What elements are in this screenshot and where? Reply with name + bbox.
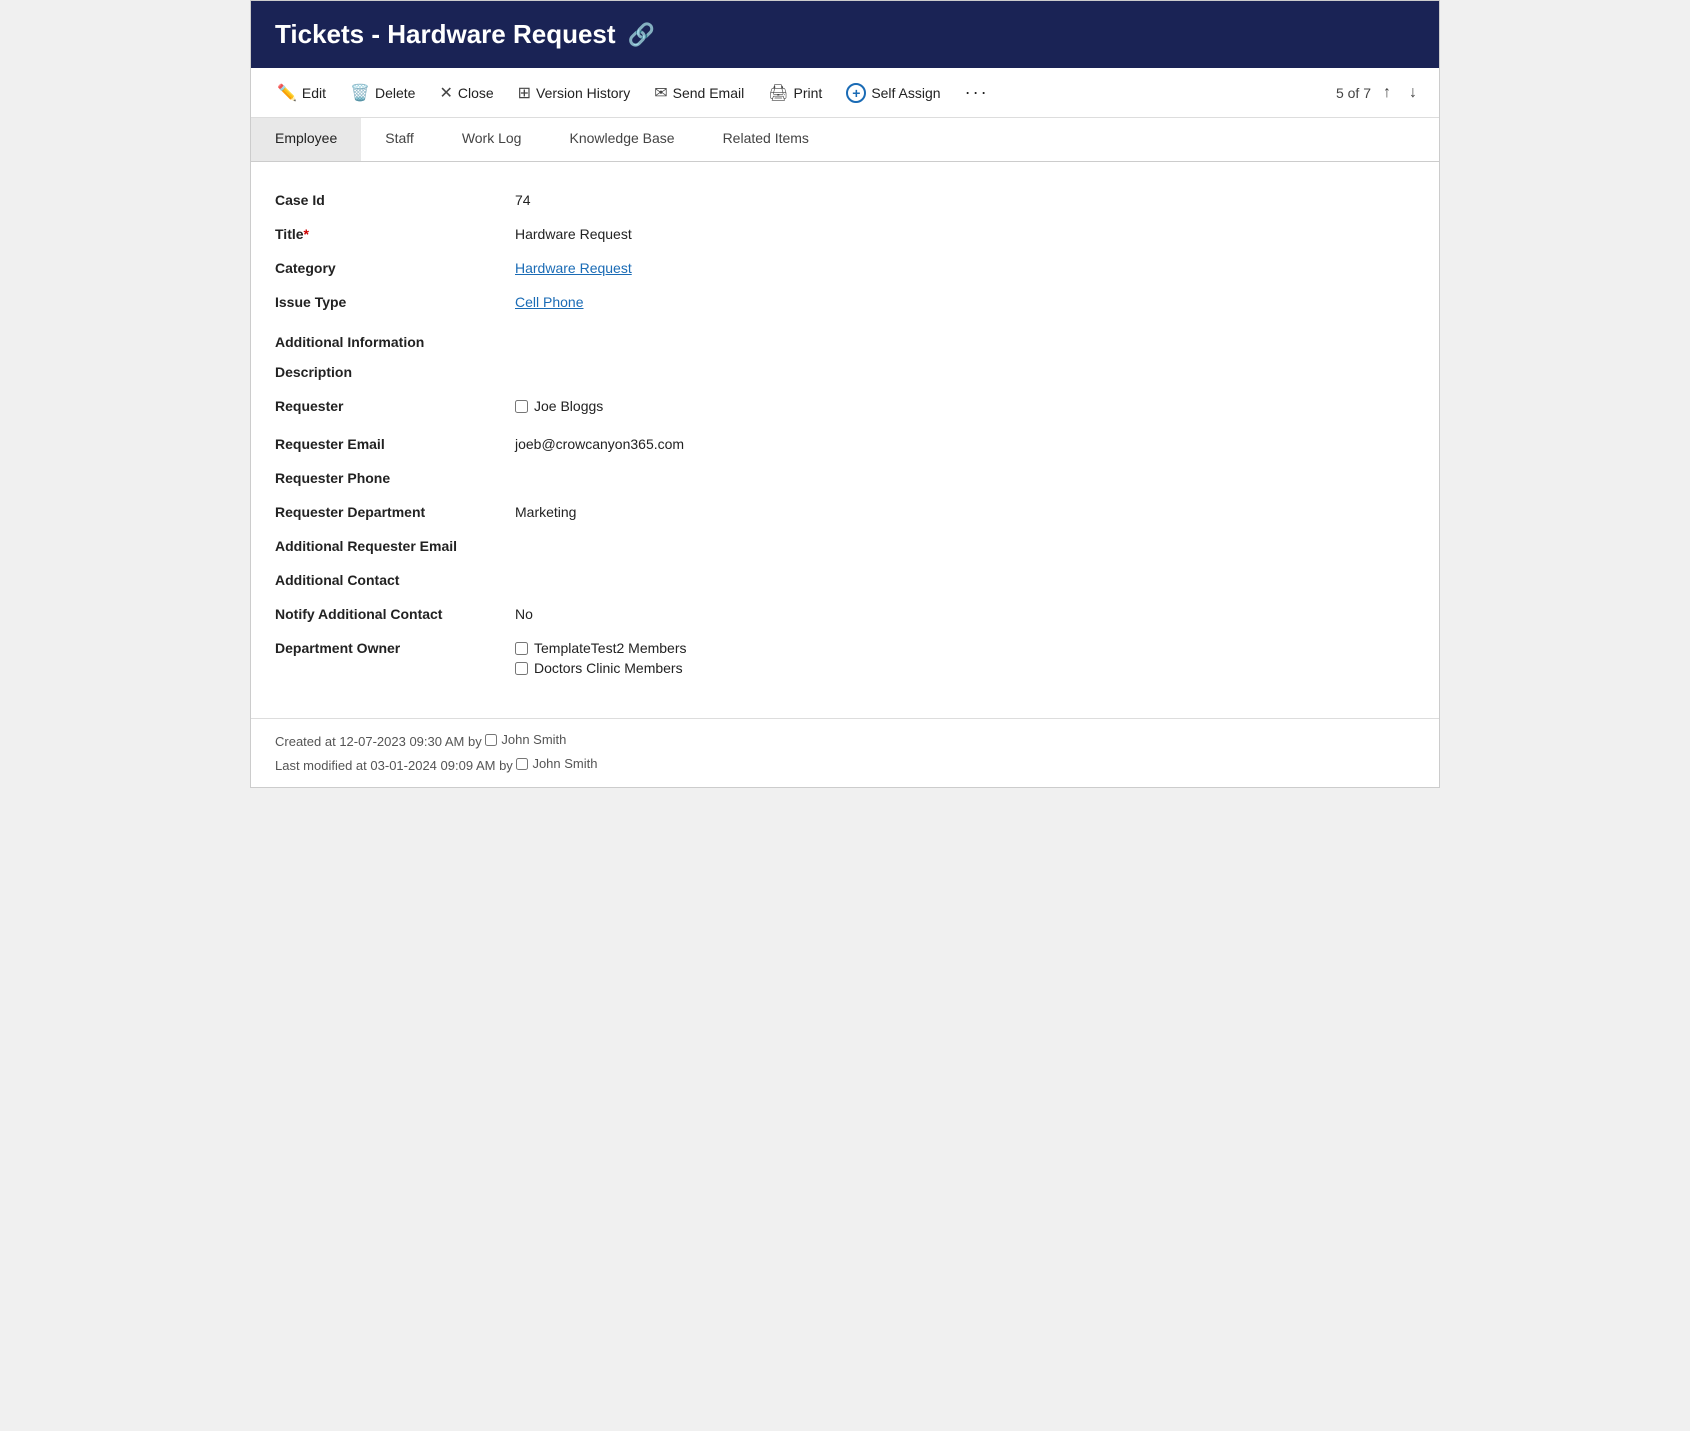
issue-type-value: Cell Phone	[515, 292, 1415, 310]
created-by-checkbox: John Smith	[485, 729, 566, 751]
tab-staff[interactable]: Staff	[361, 118, 438, 161]
close-icon: ✕	[439, 83, 452, 103]
tab-work-log[interactable]: Work Log	[438, 118, 546, 161]
delete-button[interactable]: 🗑️ Delete	[340, 77, 425, 109]
requester-email-row: Requester Email joeb@crowcanyon365.com	[275, 426, 1415, 460]
additional-requester-email-label: Additional Requester Email	[275, 536, 515, 554]
tab-employee[interactable]: Employee	[251, 118, 361, 161]
category-link[interactable]: Hardware Request	[515, 260, 632, 276]
self-assign-icon: +	[846, 83, 866, 103]
requester-email-value: joeb@crowcanyon365.com	[515, 434, 1415, 452]
version-history-icon: ⊞	[518, 83, 531, 103]
case-id-label: Case Id	[275, 190, 515, 208]
nav-up-button[interactable]: ↑	[1377, 80, 1397, 106]
page-header: Tickets - Hardware Request 🔗	[251, 1, 1439, 68]
issue-type-link[interactable]: Cell Phone	[515, 294, 584, 310]
department-owner-item-2: Doctors Clinic Members	[515, 660, 1415, 676]
modified-by-checkbox: John Smith	[516, 753, 597, 775]
additional-requester-email-value	[515, 536, 1415, 538]
issue-type-row: Issue Type Cell Phone	[275, 284, 1415, 318]
tab-knowledge-base[interactable]: Knowledge Base	[545, 118, 698, 161]
additional-contact-label: Additional Contact	[275, 570, 515, 588]
department-owner-row: Department Owner TemplateTest2 Members D…	[275, 630, 1415, 688]
description-value	[515, 362, 1415, 364]
notify-additional-contact-row: Notify Additional Contact No	[275, 596, 1415, 630]
additional-contact-value	[515, 570, 1415, 572]
delete-icon: 🗑️	[350, 83, 370, 103]
department-owner-checkbox-1[interactable]	[515, 642, 528, 655]
title-row: Title* Hardware Request	[275, 216, 1415, 250]
created-by-checkbox-input[interactable]	[485, 734, 497, 746]
version-history-button[interactable]: ⊞ Version History	[508, 77, 641, 109]
department-owner-item-1: TemplateTest2 Members	[515, 640, 1415, 656]
send-email-button[interactable]: ✉ Send Email	[644, 77, 754, 109]
print-button[interactable]: 🖨 Print	[758, 77, 832, 109]
case-id-value: 74	[515, 190, 1415, 208]
self-assign-button[interactable]: + Self Assign	[836, 77, 950, 109]
title-value: Hardware Request	[515, 224, 1415, 242]
pagination: 5 of 7 ↑ ↓	[1336, 80, 1423, 106]
description-row: Description	[275, 354, 1415, 388]
issue-type-label: Issue Type	[275, 292, 515, 310]
modified-by-checkbox-input[interactable]	[516, 758, 528, 770]
modified-info: Last modified at 03-01-2024 09:09 AM by …	[275, 753, 1415, 777]
notify-additional-contact-label: Notify Additional Contact	[275, 604, 515, 622]
tabs-container: Employee Staff Work Log Knowledge Base R…	[251, 118, 1439, 162]
requester-phone-label: Requester Phone	[275, 468, 515, 486]
print-icon: 🖨	[768, 83, 788, 103]
requester-label: Requester	[275, 396, 515, 414]
department-owner-value: TemplateTest2 Members Doctors Clinic Mem…	[515, 638, 1415, 680]
category-row: Category Hardware Request	[275, 250, 1415, 284]
category-label: Category	[275, 258, 515, 276]
requester-checkbox[interactable]	[515, 400, 528, 413]
page-title: Tickets - Hardware Request	[275, 19, 616, 50]
case-id-row: Case Id 74	[275, 182, 1415, 216]
tab-related-items[interactable]: Related Items	[699, 118, 833, 161]
content-area: Case Id 74 Title* Hardware Request Categ…	[251, 162, 1439, 718]
send-email-icon: ✉	[654, 83, 667, 103]
title-label: Title*	[275, 224, 515, 242]
requester-department-label: Requester Department	[275, 502, 515, 520]
requester-row: Requester Joe Bloggs	[275, 388, 1415, 426]
department-owner-label: Department Owner	[275, 638, 515, 656]
additional-requester-email-row: Additional Requester Email	[275, 528, 1415, 562]
requester-phone-value	[515, 468, 1415, 470]
requester-phone-row: Requester Phone	[275, 460, 1415, 494]
notify-additional-contact-value: No	[515, 604, 1415, 622]
description-label: Description	[275, 362, 515, 380]
created-info: Created at 12-07-2023 09:30 AM by John S…	[275, 729, 1415, 753]
edit-icon: ✏️	[277, 83, 297, 103]
nav-down-button[interactable]: ↓	[1403, 80, 1423, 106]
requester-department-value: Marketing	[515, 502, 1415, 520]
additional-contact-row: Additional Contact	[275, 562, 1415, 596]
additional-information-heading: Additional Information	[275, 318, 1415, 354]
edit-button[interactable]: ✏️ Edit	[267, 77, 336, 109]
page-footer: Created at 12-07-2023 09:30 AM by John S…	[251, 718, 1439, 787]
requester-value: Joe Bloggs	[515, 396, 1415, 418]
toolbar: ✏️ Edit 🗑️ Delete ✕ Close ⊞ Version Hist…	[251, 68, 1439, 118]
more-button[interactable]: ···	[955, 76, 999, 109]
requester-email-label: Requester Email	[275, 434, 515, 452]
category-value: Hardware Request	[515, 258, 1415, 276]
requester-checkbox-item: Joe Bloggs	[515, 398, 1415, 414]
requester-department-row: Requester Department Marketing	[275, 494, 1415, 528]
department-owner-checkbox-2[interactable]	[515, 662, 528, 675]
link-icon[interactable]: 🔗	[628, 22, 655, 48]
close-button[interactable]: ✕ Close	[429, 77, 503, 109]
